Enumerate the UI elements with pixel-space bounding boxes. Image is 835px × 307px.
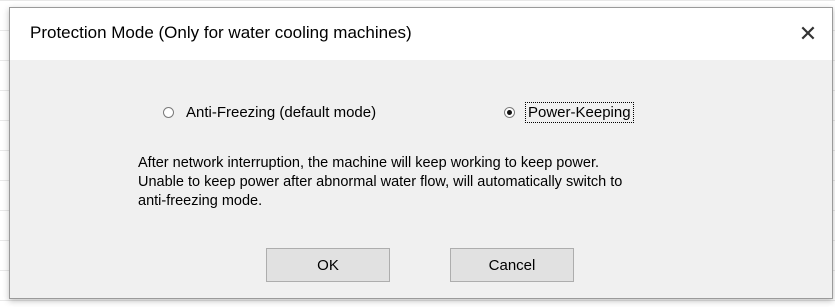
- dialog-titlebar: Protection Mode (Only for water cooling …: [10, 8, 832, 60]
- radio-circle-unchecked[interactable]: [163, 107, 174, 118]
- ok-button[interactable]: OK: [266, 248, 390, 282]
- radio-circle-checked[interactable]: [504, 107, 515, 118]
- cancel-button[interactable]: Cancel: [450, 248, 574, 282]
- power-keeping-label: Power-Keeping: [525, 102, 634, 123]
- description-line-1: After network interruption, the machine …: [138, 155, 600, 171]
- protection-mode-dialog: Protection Mode (Only for water cooling …: [9, 7, 833, 299]
- mode-description: After network interruption, the machine …: [138, 154, 778, 211]
- dialog-title: Protection Mode (Only for water cooling …: [30, 23, 412, 42]
- close-icon: ✕: [798, 21, 818, 46]
- description-line-2: Unable to keep power after abnormal wate…: [138, 174, 623, 190]
- power-keeping-radio[interactable]: Power-Keeping: [504, 102, 634, 123]
- anti-freezing-radio[interactable]: Anti-Freezing (default mode): [163, 104, 376, 121]
- close-button[interactable]: ✕: [788, 14, 828, 54]
- description-line-3: anti-freezing mode.: [138, 193, 263, 209]
- anti-freezing-label: Anti-Freezing (default mode): [186, 104, 377, 121]
- mode-radio-group: Anti-Freezing (default mode) Power-Keepi…: [10, 102, 832, 128]
